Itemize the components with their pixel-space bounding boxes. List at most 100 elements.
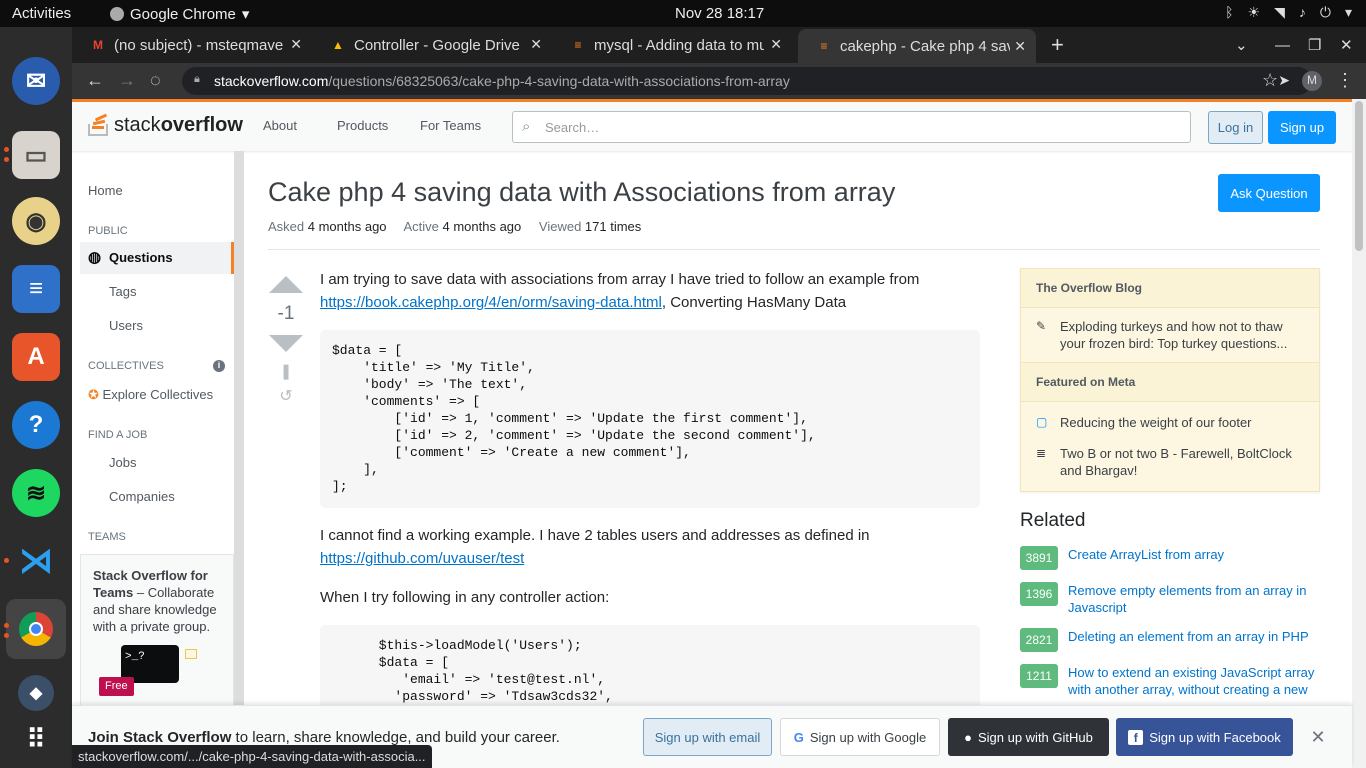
bookmark-icon[interactable]: ❚ bbox=[268, 362, 304, 380]
chrome-icon bbox=[110, 7, 124, 21]
signup-button[interactable]: Sign up bbox=[1268, 111, 1336, 144]
active-value[interactable]: 4 months ago bbox=[442, 219, 521, 234]
related-link[interactable]: Remove empty elements from an array in J… bbox=[1068, 582, 1320, 616]
app-menu[interactable]: Google Chrome ▾ bbox=[110, 5, 249, 23]
running-indicator bbox=[4, 623, 9, 628]
search-input[interactable]: ⌕ Search… bbox=[512, 111, 1191, 143]
tab-drive[interactable]: ▲ Controller - Google Drive ✕ bbox=[312, 27, 552, 63]
signup-facebook-button[interactable]: f Sign up with Facebook bbox=[1116, 718, 1293, 756]
sidebar-item-companies[interactable]: Companies bbox=[109, 489, 175, 504]
signup-email-button[interactable]: Sign up with email bbox=[643, 718, 772, 756]
new-tab-button[interactable]: + bbox=[1047, 27, 1077, 63]
question-title[interactable]: Cake php 4 saving data with Associations… bbox=[268, 177, 1068, 208]
profile-avatar[interactable]: M bbox=[1302, 71, 1322, 91]
lock-icon: 🔒︎ bbox=[194, 73, 200, 85]
right-sidebar: The Overflow Blog ✎ Exploding turkeys and… bbox=[1020, 268, 1320, 710]
show-apps-icon[interactable]: ⠿ bbox=[12, 715, 60, 763]
close-window-icon[interactable]: ✕ bbox=[1340, 27, 1360, 63]
brightness-icon: ☀ bbox=[1247, 4, 1261, 20]
history-icon[interactable]: ↺ bbox=[268, 386, 304, 406]
related-item[interactable]: 1396 Remove empty elements from an array … bbox=[1020, 582, 1320, 616]
login-button[interactable]: Log in bbox=[1208, 111, 1263, 144]
related-item[interactable]: 2821 Deleting an element from an array in… bbox=[1020, 628, 1320, 652]
sidebar-item-tags[interactable]: Tags bbox=[109, 284, 136, 299]
tab-cakephp[interactable]: ≡ cakephp - Cake php 4 savi ✕ bbox=[798, 29, 1036, 63]
software-center-icon[interactable]: A bbox=[12, 333, 60, 381]
system-tray[interactable]: ᛒ ☀ ◥ ♪ ⏻ ▾ bbox=[1225, 4, 1352, 21]
vscode-icon[interactable]: ⋊ bbox=[12, 537, 60, 585]
facebook-icon: f bbox=[1128, 729, 1144, 745]
sidebar-section-public: PUBLIC bbox=[88, 225, 128, 237]
free-badge: Free bbox=[99, 677, 134, 696]
close-icon[interactable]: ✕ bbox=[1308, 718, 1328, 756]
close-icon[interactable]: ✕ bbox=[1014, 38, 1026, 55]
bookmark-star-icon[interactable]: ☆ bbox=[1262, 70, 1278, 91]
dock: ✉ ▭ ◉ ≡ A ? ≋ ⋊ ◆ ⠿ bbox=[0, 27, 72, 768]
tab-search-icon[interactable]: ⌄ bbox=[1235, 27, 1255, 63]
link-cakephp-docs[interactable]: https://book.cakephp.org/4/en/orm/saving… bbox=[320, 294, 662, 311]
ask-question-button[interactable]: Ask Question bbox=[1218, 174, 1320, 212]
chat-bubble-icon: ▢ bbox=[1036, 415, 1048, 429]
logo-text-b: overflow bbox=[160, 113, 243, 136]
thunderbird-icon[interactable]: ✉ bbox=[12, 57, 60, 105]
sidebar-item-jobs[interactable]: Jobs bbox=[109, 455, 136, 470]
tab-mysql[interactable]: ≡ mysql - Adding data to mu ✕ bbox=[552, 27, 792, 63]
active-label: Active bbox=[403, 219, 439, 234]
related-item[interactable]: 1211 How to extend an existing JavaScript… bbox=[1020, 664, 1320, 698]
app-icon[interactable]: ◆ bbox=[18, 675, 54, 711]
files-icon[interactable]: ▭ bbox=[12, 131, 60, 179]
chrome-dock-icon[interactable] bbox=[6, 599, 66, 659]
minimize-icon[interactable]: — bbox=[1275, 27, 1295, 63]
downvote-icon[interactable] bbox=[269, 335, 303, 352]
help-icon[interactable]: ? bbox=[12, 401, 60, 449]
close-icon[interactable]: ✕ bbox=[290, 36, 302, 53]
system-top-bar: Activities Google Chrome ▾ Nov 28 18:17 ᛒ… bbox=[0, 0, 1366, 27]
maximize-icon[interactable]: ❐ bbox=[1308, 27, 1328, 63]
meta-item[interactable]: ▢ Reducing the weight of our footer bbox=[1021, 402, 1319, 438]
link-github[interactable]: https://github.com/uvauser/test bbox=[320, 550, 524, 567]
menu-icon[interactable]: ⋮ bbox=[1336, 70, 1354, 91]
related-link[interactable]: Create ArrayList from array bbox=[1068, 546, 1224, 570]
sidebar-item-home[interactable]: Home bbox=[88, 183, 123, 198]
writer-icon[interactable]: ≡ bbox=[12, 265, 60, 313]
related-item[interactable]: 3891 Create ArrayList from array bbox=[1020, 546, 1320, 570]
nav-for-teams[interactable]: For Teams bbox=[420, 118, 481, 133]
spotify-icon[interactable]: ≋ bbox=[12, 469, 60, 517]
sidebar-item-users[interactable]: Users bbox=[109, 318, 143, 333]
meta-item[interactable]: ≣ Two B or not two B - Farewell, BoltCloc… bbox=[1021, 438, 1319, 491]
code-block[interactable]: $data = [ 'title' => 'My Title', 'body' … bbox=[320, 330, 980, 508]
signup-github-button[interactable]: ● Sign up with GitHub bbox=[948, 718, 1109, 756]
related-link[interactable]: Deleting an element from an array in PHP bbox=[1068, 628, 1309, 652]
info-icon[interactable]: i bbox=[213, 360, 225, 372]
rhythmbox-icon[interactable]: ◉ bbox=[12, 197, 60, 245]
close-icon[interactable]: ✕ bbox=[770, 36, 782, 53]
sidebar-item-questions[interactable]: ◍ Questions bbox=[80, 242, 234, 274]
url-bar[interactable]: 🔒︎ stackoverflow.com/questions/68325063/c… bbox=[182, 67, 1312, 95]
drive-icon: ▲ bbox=[332, 38, 344, 52]
nav-products[interactable]: Products bbox=[337, 118, 388, 133]
upvote-icon[interactable] bbox=[269, 276, 303, 293]
sidebar-scrollbar[interactable] bbox=[234, 151, 244, 711]
forward-icon[interactable]: → bbox=[118, 70, 136, 91]
page-scrollbar[interactable] bbox=[1352, 99, 1366, 768]
back-icon[interactable]: ← bbox=[86, 70, 104, 91]
related-link[interactable]: How to extend an existing JavaScript arr… bbox=[1068, 664, 1320, 698]
scrollbar-thumb[interactable] bbox=[1355, 101, 1363, 251]
close-icon[interactable]: ✕ bbox=[530, 36, 542, 53]
tab-gmail[interactable]: M (no subject) - msteqmaver ✕ bbox=[72, 27, 312, 63]
signup-google-button[interactable]: G Sign up with Google bbox=[780, 718, 940, 756]
sidebar-item-explore-collectives[interactable]: ✪ Explore Collectives bbox=[88, 387, 213, 403]
stackoverflow-logo[interactable]: stack overflow bbox=[88, 112, 243, 138]
activities-button[interactable]: Activities bbox=[12, 5, 71, 22]
clock[interactable]: Nov 28 18:17 bbox=[675, 5, 764, 22]
stop-loading-icon[interactable]: ◌ bbox=[150, 70, 161, 91]
score-badge: 2821 bbox=[1020, 628, 1058, 652]
bluetooth-icon: ᛒ bbox=[1225, 4, 1234, 20]
nav-about[interactable]: About bbox=[263, 118, 297, 133]
blog-item[interactable]: ✎ Exploding turkeys and how not to thaw y… bbox=[1021, 308, 1319, 362]
send-icon[interactable]: ➤ bbox=[1278, 72, 1290, 89]
button-label: Sign up with Facebook bbox=[1149, 729, 1281, 745]
stackoverflow-icon: ≡ bbox=[820, 39, 828, 53]
paragraph-tail: , Converting HasMany Data bbox=[661, 294, 847, 311]
code-block[interactable]: $this->loadModel('Users'); $data = [ 'em… bbox=[320, 625, 980, 717]
